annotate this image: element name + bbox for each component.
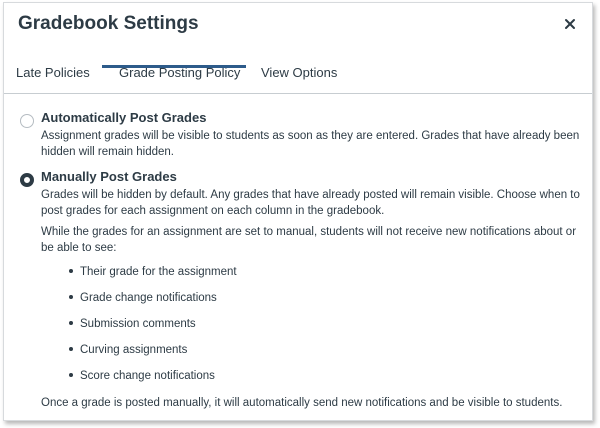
- footer-note: Once a grade is posted manually, it will…: [41, 397, 563, 409]
- gradebook-settings-dialog: Gradebook Settings Late Policies Grade P…: [3, 2, 593, 421]
- bullet-icon: [69, 372, 73, 377]
- automatically-post-description: Assignment grades will be visible to stu…: [41, 130, 580, 158]
- list-item: Grade change notifications: [69, 290, 237, 316]
- dialog-title: Gradebook Settings: [18, 13, 199, 34]
- close-icon[interactable]: [562, 16, 578, 32]
- automatically-post-radio[interactable]: [20, 114, 34, 128]
- bullet-icon: [69, 268, 73, 273]
- list-item: Score change notifications: [69, 368, 237, 394]
- tab-late-policies[interactable]: Late Policies: [16, 65, 90, 80]
- bullet-icon: [69, 320, 73, 325]
- automatically-post-title[interactable]: Automatically Post Grades: [41, 110, 206, 125]
- active-tab-indicator: [102, 65, 246, 68]
- manually-post-radio[interactable]: [20, 173, 34, 187]
- tab-view-options[interactable]: View Options: [261, 65, 337, 80]
- bullet-icon: [69, 294, 73, 299]
- list-item: Submission comments: [69, 316, 237, 342]
- manually-post-description: Grades will be hidden by default. Any gr…: [41, 189, 580, 217]
- manual-posting-note: While the grades for an assignment are s…: [41, 226, 577, 254]
- tab-bar: Late Policies Grade Posting Policy View …: [4, 49, 592, 94]
- list-item: Their grade for the assignment: [69, 264, 237, 290]
- manual-posting-list: Their grade for the assignment Grade cha…: [69, 264, 237, 394]
- bullet-icon: [69, 346, 73, 351]
- dialog-header: Gradebook Settings: [4, 3, 592, 49]
- manually-post-title[interactable]: Manually Post Grades: [41, 169, 177, 184]
- list-item: Curving assignments: [69, 342, 237, 368]
